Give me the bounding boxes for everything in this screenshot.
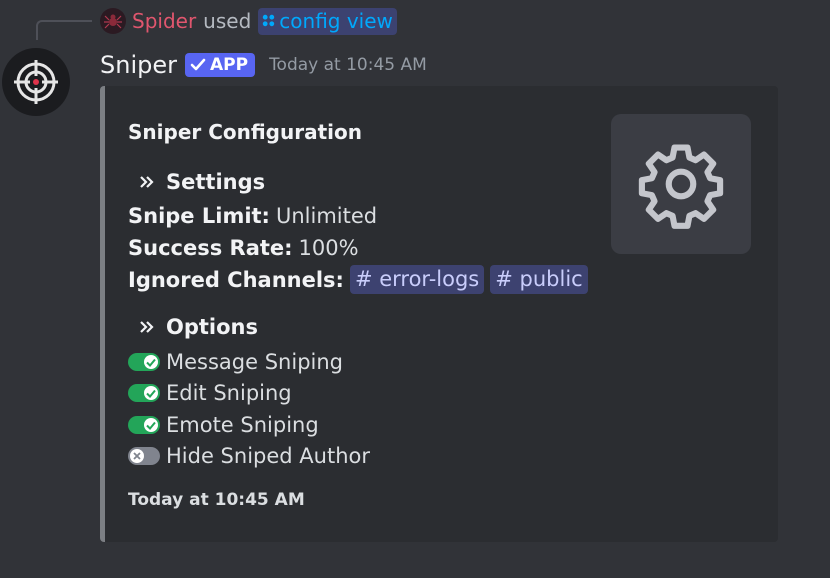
- app-badge-label: APP: [209, 55, 249, 75]
- double-chevron-right-icon: [140, 176, 154, 188]
- toggle-off-icon: [128, 447, 160, 465]
- options-header-label: Options: [166, 315, 258, 339]
- embed-title: Sniper Configuration: [128, 120, 362, 144]
- gear-icon: [638, 144, 724, 229]
- ignored-channels-field: Ignored Channels: # error-logs # public: [128, 265, 594, 294]
- slash-command-pill[interactable]: config view: [258, 7, 397, 35]
- settings-header-label: Settings: [166, 170, 266, 194]
- sniper-avatar[interactable]: [2, 48, 70, 116]
- snipe-limit-label: Snipe Limit:: [128, 204, 270, 228]
- message-header: Sniper APP Today at 10:45 AM: [100, 50, 427, 80]
- reply-used-text: used: [203, 9, 252, 33]
- option-label: Edit Sniping: [166, 381, 292, 405]
- toggle-on-icon: [128, 384, 160, 402]
- crosshair-icon: [14, 60, 58, 104]
- channel-mention-error-logs[interactable]: # error-logs: [349, 265, 485, 294]
- embed-footer: Today at 10:45 AM: [128, 490, 305, 510]
- embed-thumbnail[interactable]: [611, 114, 751, 254]
- success-rate-label: Success Rate:: [128, 236, 293, 260]
- ignored-channels-label: Ignored Channels:: [128, 267, 344, 292]
- check-icon: [190, 58, 206, 72]
- toggle-on-icon: [128, 416, 160, 434]
- author-name[interactable]: Sniper: [100, 51, 177, 79]
- option-label: Message Sniping: [166, 350, 343, 374]
- reply-context[interactable]: Spider used config view: [100, 6, 397, 36]
- settings-header: Settings: [140, 170, 265, 194]
- channel-mention-public[interactable]: # public: [490, 265, 588, 294]
- success-rate-field: Success Rate: 100%: [128, 236, 359, 260]
- snipe-limit-value: Unlimited: [275, 204, 378, 228]
- message-timestamp[interactable]: Today at 10:45 AM: [269, 55, 427, 75]
- option-edit-sniping: Edit Sniping: [128, 381, 292, 405]
- slash-command-icon: [262, 14, 275, 27]
- option-hide-sniped-author: Hide Sniped Author: [128, 444, 370, 468]
- snipe-limit-field: Snipe Limit: Unlimited: [128, 204, 377, 228]
- reply-spine: [36, 20, 92, 40]
- spider-icon: [104, 14, 122, 29]
- spider-avatar[interactable]: [100, 8, 126, 34]
- app-badge: APP: [184, 53, 256, 77]
- option-label: Emote Sniping: [166, 413, 319, 437]
- success-rate-value: 100%: [298, 236, 359, 260]
- reply-username[interactable]: Spider: [132, 9, 196, 33]
- config-embed: Sniper Configuration Settings Snipe Limi…: [100, 86, 778, 542]
- toggle-on-icon: [128, 353, 160, 371]
- option-message-sniping: Message Sniping: [128, 350, 343, 374]
- option-label: Hide Sniped Author: [166, 444, 370, 468]
- options-header: Options: [140, 315, 258, 339]
- slash-command-name: config view: [279, 8, 393, 33]
- option-emote-sniping: Emote Sniping: [128, 413, 319, 437]
- double-chevron-right-icon: [140, 321, 154, 333]
